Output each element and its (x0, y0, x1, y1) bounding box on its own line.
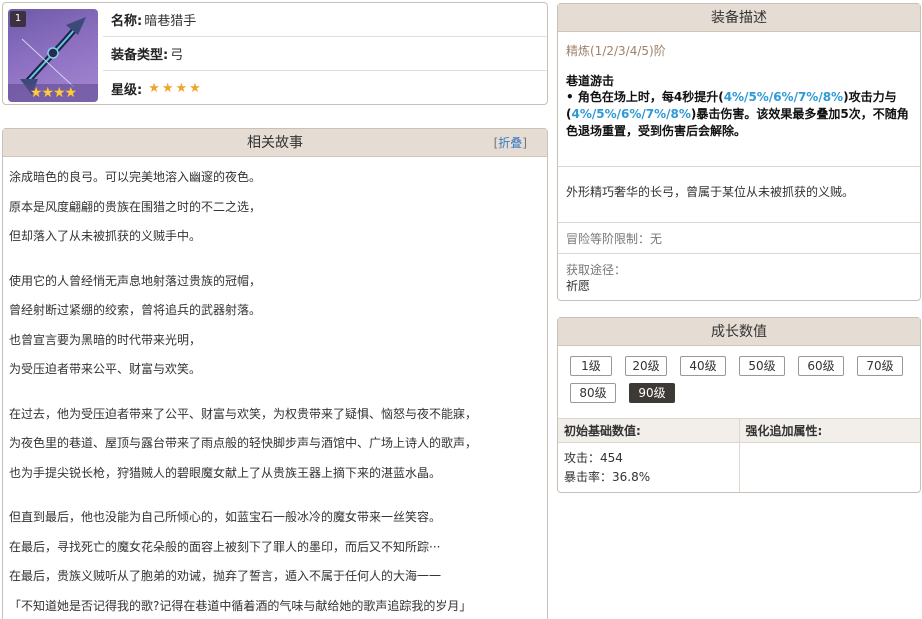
story-line: 也曾宣言要为黑暗的时代带来光明， (9, 332, 202, 347)
atk-value: 454 (600, 451, 623, 465)
rank-label: 冒险等阶限制： (566, 232, 651, 246)
passive-description: • 角色在场上时，每4秒提升(4%/5%/6%/7%/8%)攻击力与(4%/5%… (566, 89, 912, 140)
level-button-50[interactable]: 50级 (739, 356, 785, 376)
name-row: 名称: 暗巷猎手 (103, 3, 547, 37)
story-title: 相关故事 (247, 135, 303, 151)
rarity-label: 星级: (111, 82, 143, 98)
passive-value-highlight: 4%/5%/6%/7%/8% (571, 107, 691, 121)
passive-value-highlight: 4%/5%/6%/7%/8% (723, 90, 844, 104)
refine-levels: 精炼(1/2/3/4/5)阶 (566, 44, 666, 58)
description-header: 装备描述 (558, 4, 920, 32)
type-value: 弓 (170, 48, 184, 63)
passive-section: 精炼(1/2/3/4/5)阶 巷道游击 • 角色在场上时，每4秒提升(4%/5%… (558, 32, 920, 167)
name-value: 暗巷猎手 (144, 14, 197, 29)
story-line: 涂成暗色的良弓。可以完美地溶入幽邃的夜色。 (9, 170, 262, 184)
level-button-20[interactable]: 20级 (625, 356, 667, 376)
story-line: 原本是风度翩翩的贵族在围猎之时的不二之选， (9, 199, 262, 214)
passive-name: 巷道游击 (566, 74, 615, 88)
bonus-stats-header: 强化追加属性: (739, 419, 920, 443)
level-button-60[interactable]: 60级 (798, 356, 844, 376)
flavor-section: 外形精巧奢华的长弓，曾属于某位从未被抓获的义贼。 (558, 167, 920, 223)
crit-value: 36.8% (612, 470, 651, 484)
type-row: 装备类型: 弓 (103, 37, 547, 71)
story-line: 曾经射断过紧绷的绞索，曾将追兵的武器射落。 (9, 303, 262, 317)
story-text: 涂成暗色的良弓。可以完美地溶入幽邃的夜色。 原本是风度翩翩的贵族在围猎之时的不二… (3, 157, 547, 619)
name-label: 名称: (111, 14, 143, 29)
story-line: 为受压迫者带来公平、财富与欢笑。 (9, 362, 202, 376)
stats-table: 初始基础数值: 攻击：454 暴击率：36.8% 强化追加属性: (558, 418, 920, 492)
story-header: 相关故事 [折叠] (3, 129, 547, 157)
story-line: 在最后，寻找死亡的魔女花朵般的面容上被刻下了罪人的墨印，而后又不知所踪··· (9, 539, 441, 554)
crit-label: 暴击率： (564, 470, 613, 484)
story-line: 为夜色里的巷道、屋顶与露台带来了雨点般的轻快脚步声与酒馆中、广场上诗人的歌声， (9, 436, 478, 450)
atk-label: 攻击： (564, 451, 601, 465)
story-line: 在最后，贵族义贼听从了胞弟的劝诫，抛弃了誓言，遁入不属于任何人的大海一一 (9, 569, 442, 583)
refine-badge: 1 (10, 11, 26, 27)
fold-bracket-close: ] (522, 136, 527, 150)
thumbnail-stars: ★★★★ (8, 84, 98, 102)
source-label: 获取途径： (566, 263, 627, 277)
story-line: 「不知道她是否记得我的歌?记得在巷道中循着酒的气味与献给她的歌声追踪我的岁月」 (9, 598, 472, 613)
story-line: 在过去，他为受压迫者带来了公平、财富与欢笑，为权贵带来了疑惧、恼怒与夜不能寐， (9, 406, 478, 421)
level-selector: 1级 20级 40级 50级 60级 70级 80级 90级 (558, 346, 920, 407)
base-stats-body: 攻击：454 暴击率：36.8% (558, 443, 739, 493)
rank-value: 无 (650, 232, 663, 246)
fold-link[interactable]: [折叠] (494, 129, 527, 157)
atk-stat: 攻击：454 (564, 449, 733, 468)
story-line: 也为手提尖锐长枪，狩猎贼人的碧眼魔女献上了从贵族王器上摘下来的湛蓝水晶。 (9, 465, 442, 480)
base-stats-column: 初始基础数值: 攻击：454 暴击率：36.8% (558, 419, 739, 492)
story-line: 使用它的人曾经悄无声息地射落过贵族的冠帽， (9, 273, 262, 288)
crit-stat: 暴击率：36.8% (564, 468, 733, 487)
source-section: 获取途径： 祈愿 (558, 254, 920, 302)
growth-panel: 成长数值 1级 20级 40级 50级 60级 70级 80级 90级 初始基础… (557, 317, 921, 493)
type-label: 装备类型: (111, 48, 169, 63)
source-value: 祈愿 (566, 279, 591, 293)
flavor-text: 外形精巧奢华的长弓，曾属于某位从未被抓获的义贼。 (566, 185, 855, 199)
bonus-stats-column: 强化追加属性: (738, 419, 920, 492)
growth-header: 成长数值 (558, 318, 920, 346)
base-stats-header: 初始基础数值: (558, 419, 739, 443)
rarity-row: 星级: ★★★★ (103, 71, 547, 105)
level-button-90[interactable]: 90级 (629, 383, 675, 403)
rank-section: 冒险等阶限制：无 (558, 223, 920, 254)
weapon-thumbnail[interactable]: 1 ★★★★ (8, 9, 98, 102)
fold-label[interactable]: 折叠 (498, 136, 522, 150)
story-line: 但直到最后，他也没能为自己所倾心的，如蓝宝石一般冰冷的魔女带来一丝笑容。 (9, 510, 442, 524)
story-panel: 相关故事 [折叠] 涂成暗色的良弓。可以完美地溶入幽邃的夜色。 原本是风度翩翩的… (2, 128, 548, 619)
level-button-70[interactable]: 70级 (857, 356, 903, 376)
rarity-stars: ★★★★ (148, 80, 203, 96)
level-button-1[interactable]: 1级 (570, 356, 612, 376)
weapon-info-card: 1 ★★★★ 名称: 暗巷猎手 装备类型: 弓 星级: ★★★★ (2, 2, 548, 105)
description-panel: 装备描述 精炼(1/2/3/4/5)阶 巷道游击 • 角色在场上时，每4秒提升(… (557, 3, 921, 301)
growth-title: 成长数值 (711, 324, 767, 340)
passive-text-part: • 角色在场上时，每4秒提升( (566, 90, 724, 104)
level-button-80[interactable]: 80级 (570, 383, 616, 403)
level-button-40[interactable]: 40级 (680, 356, 726, 376)
description-title: 装备描述 (711, 10, 767, 26)
story-line: 但却落入了从未被抓获的义贼手中。 (9, 229, 202, 243)
